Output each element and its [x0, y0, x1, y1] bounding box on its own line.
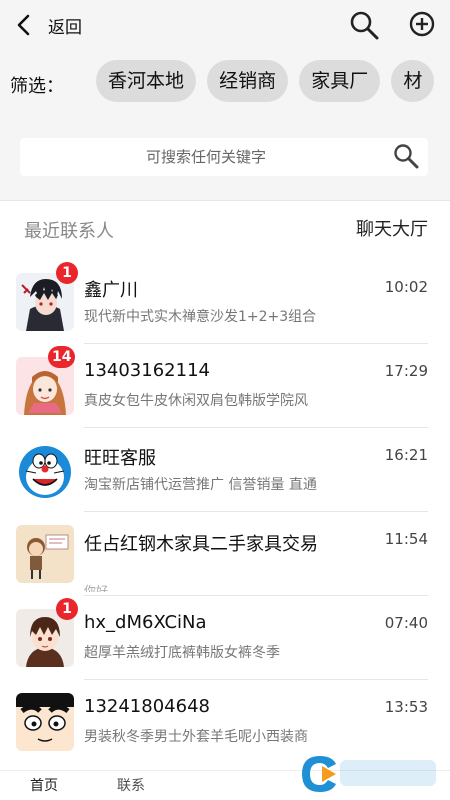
- back-arrow-icon[interactable]: [12, 12, 38, 38]
- chat-hall-link[interactable]: 聊天大厅: [356, 215, 428, 241]
- recent-contacts-label: 最近联系人: [24, 221, 114, 242]
- filter-chip-material[interactable]: 材: [391, 60, 435, 102]
- search-icon[interactable]: [392, 142, 420, 170]
- tab-home[interactable]: 首页: [30, 775, 58, 795]
- unread-badge: 1: [56, 598, 78, 620]
- search-input[interactable]: 可搜索任何关键字: [20, 138, 428, 176]
- contact-name: 13241804648: [84, 696, 210, 717]
- contact-row[interactable]: 任占红钢木家具二手家具交易 11:54 你好: [0, 512, 450, 596]
- contact-message: 你好: [84, 584, 109, 592]
- contact-name: 任占红钢木家具二手家具交易: [84, 534, 318, 555]
- contact-row[interactable]: 14 13403162114 17:29 真皮女包牛皮休闲双肩包韩版学院风: [0, 344, 450, 428]
- contact-message: 淘宝新店铺代运营推广 信誉销量 直通: [84, 477, 317, 493]
- filter-chip-local[interactable]: 香河本地: [96, 60, 197, 102]
- unread-badge: 1: [56, 262, 78, 284]
- unread-badge: 14: [48, 346, 76, 368]
- contact-message: 男装秋冬季男士外套羊毛呢小西装商: [84, 729, 308, 745]
- contact-list: 1 鑫广川 10:02 现代新中式实木禅意沙发1+2+3组合 14 134031…: [0, 260, 450, 764]
- avatar: [16, 441, 74, 499]
- back-button[interactable]: 返回: [48, 13, 82, 38]
- contact-message: 超厚羊羔绒打底裤韩版女裤冬季: [84, 645, 280, 661]
- contact-row[interactable]: 旺旺客服 16:21 淘宝新店铺代运营推广 信誉销量 直通: [0, 428, 450, 512]
- contact-row[interactable]: 1 hx_dM6XCiNa 07:40 超厚羊羔绒打底裤韩版女裤冬季: [0, 596, 450, 680]
- contacts-header: 最近联系人 聊天大厅: [0, 200, 450, 250]
- contact-time: 10:02: [384, 278, 428, 296]
- contact-name: 旺旺客服: [84, 448, 156, 469]
- header-area: 返回 筛选： 香河本地 经销商 家具厂 材 可搜索任何关键字: [0, 0, 450, 200]
- search-placeholder: 可搜索任何关键字: [145, 148, 266, 166]
- contact-message: 现代新中式实木禅意沙发1+2+3组合: [84, 309, 317, 325]
- search-icon[interactable]: [347, 8, 381, 42]
- nav-bar: 返回: [0, 0, 450, 52]
- tab-contacts[interactable]: 联系: [117, 775, 145, 795]
- filter-chips: 香河本地 经销商 家具厂 材: [96, 60, 450, 104]
- contact-message: 真皮女包牛皮休闲双肩包韩版学院风: [84, 393, 308, 409]
- filter-label: 筛选：: [10, 76, 64, 97]
- contact-time: 11:54: [384, 530, 428, 548]
- contact-time: 17:29: [384, 362, 428, 380]
- contact-name: 鑫广川: [84, 280, 138, 301]
- add-circle-icon[interactable]: [405, 8, 439, 42]
- contact-name: hx_dM6XCiNa: [84, 612, 207, 633]
- contact-time: 13:53: [384, 698, 428, 716]
- filter-chip-dealer[interactable]: 经销商: [207, 60, 289, 102]
- contact-time: 07:40: [384, 614, 428, 632]
- contact-row[interactable]: 1 鑫广川 10:02 现代新中式实木禅意沙发1+2+3组合: [0, 260, 450, 344]
- avatar: [16, 693, 74, 751]
- contact-name: 13403162114: [84, 360, 210, 381]
- avatar: [16, 525, 74, 583]
- filter-chip-factory[interactable]: 家具厂: [299, 60, 381, 102]
- contact-time: 16:21: [384, 446, 428, 464]
- site-watermark-logo: [302, 756, 436, 792]
